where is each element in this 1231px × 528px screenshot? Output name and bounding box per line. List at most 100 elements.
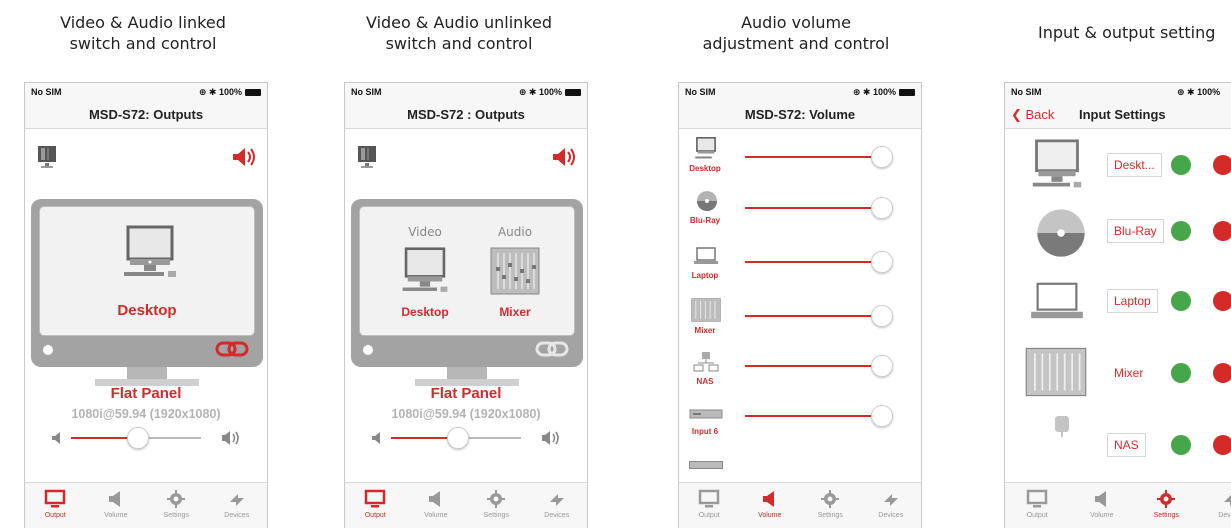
top-icons: [353, 145, 579, 171]
tab-devices[interactable]: Devices: [861, 483, 922, 528]
input-name-field[interactable]: Deskt...: [1107, 153, 1162, 177]
display-icon[interactable]: [37, 145, 57, 169]
speaker-tab-icon: [762, 491, 774, 507]
list-item[interactable]: Mixer: [1005, 341, 1231, 409]
power-dot: [363, 345, 373, 355]
page-title: MSD-S72: Volume: [744, 107, 856, 122]
tab-label: Settings: [163, 512, 189, 519]
tab-volume[interactable]: Volume: [1070, 483, 1135, 528]
monitor-screen[interactable]: Desktop: [39, 206, 255, 336]
tab-settings[interactable]: Settings: [800, 483, 861, 528]
output-name: Flat Panel: [110, 385, 182, 402]
volume-slider[interactable]: [371, 427, 561, 449]
confirm-icon[interactable]: [1171, 221, 1191, 241]
volume-knob[interactable]: [127, 427, 149, 449]
tab-settings[interactable]: Settings: [1134, 483, 1199, 528]
volume-track[interactable]: [745, 156, 879, 158]
tab-volume[interactable]: Volume: [86, 483, 147, 528]
tab-output[interactable]: Output: [1005, 483, 1070, 528]
tab-volume[interactable]: Volume: [406, 483, 467, 528]
speaker-tab-icon: [1094, 491, 1106, 507]
tab-devices[interactable]: Devices: [527, 483, 588, 528]
status-bar: No SIM ⊕ ✱ 100%: [679, 83, 921, 101]
monitor-stand: [127, 367, 167, 379]
display-icon[interactable]: [357, 145, 377, 169]
cancel-icon[interactable]: [1213, 435, 1231, 455]
cancel-icon[interactable]: [1213, 221, 1231, 241]
confirm-icon[interactable]: [1171, 291, 1191, 311]
device-icon: [689, 409, 723, 419]
gear-icon: [487, 490, 506, 508]
volume-slider[interactable]: [51, 427, 241, 449]
output-monitor[interactable]: Desktop: [31, 199, 263, 389]
volume-knob[interactable]: [871, 146, 893, 168]
input-name-field[interactable]: Laptop: [1107, 289, 1158, 313]
list-item[interactable]: Input 6: [679, 403, 921, 465]
item-label: NAS: [696, 377, 714, 386]
caption-linked: Video & Audio linked switch and control: [24, 12, 262, 54]
volume-knob[interactable]: [871, 305, 893, 327]
volume-knob[interactable]: [447, 427, 469, 449]
link-icon[interactable]: [215, 341, 249, 357]
disc-icon: [1037, 209, 1085, 257]
caption-settings: Input & output setting: [1020, 22, 1231, 43]
monitor-stand: [447, 367, 487, 379]
list-item[interactable]: Blu-Ray: [1005, 201, 1231, 269]
list-item[interactable]: Laptop: [679, 244, 921, 306]
output-monitor[interactable]: Video Audio Desktop Mixer: [351, 199, 583, 389]
volume-track[interactable]: [745, 365, 879, 367]
nav-bar: MSD-S72: Volume: [679, 101, 921, 129]
volume-track[interactable]: [745, 207, 879, 209]
speaker-icon[interactable]: [551, 147, 577, 167]
input-name-field[interactable]: NAS: [1107, 433, 1146, 457]
tab-output[interactable]: Output: [679, 483, 740, 528]
volume-track[interactable]: [745, 415, 879, 417]
laptop-icon: [694, 247, 718, 264]
cancel-icon[interactable]: [1213, 155, 1231, 175]
monitor-tab-icon: [45, 489, 66, 508]
source-label: Desktop: [117, 302, 177, 319]
volume-knob[interactable]: [871, 251, 893, 273]
volume-track[interactable]: [745, 261, 879, 263]
caption-line: Input & output setting: [1038, 23, 1216, 42]
power-dot: [43, 345, 53, 355]
cancel-icon[interactable]: [1213, 291, 1231, 311]
tab-devices[interactable]: Devices: [207, 483, 268, 528]
list-item[interactable]: Deskt...: [1005, 131, 1231, 199]
battery-icon: [565, 88, 581, 96]
input-name-field[interactable]: Blu-Ray: [1107, 219, 1164, 243]
laptop-icon: [1031, 282, 1083, 319]
tab-volume[interactable]: Volume: [740, 483, 801, 528]
confirm-icon[interactable]: [1171, 155, 1191, 175]
devices-icon: [549, 494, 564, 506]
tab-settings[interactable]: Settings: [466, 483, 527, 528]
speaker-high-icon: [222, 431, 239, 445]
speaker-icon[interactable]: [231, 147, 257, 167]
volume-track[interactable]: [745, 315, 879, 317]
volume-knob[interactable]: [871, 197, 893, 219]
phone-linked: No SIM ⊕ ✱ 100% MSD-S72: Outputs Desktop…: [24, 82, 268, 528]
tab-devices[interactable]: Devices: [1199, 483, 1231, 528]
tab-output[interactable]: Output: [345, 483, 406, 528]
tab-settings[interactable]: Settings: [146, 483, 207, 528]
back-button[interactable]: ❮ Back: [1011, 107, 1054, 123]
confirm-icon[interactable]: [1171, 435, 1191, 455]
cancel-icon[interactable]: [1213, 363, 1231, 383]
monitor-screen[interactable]: Video Audio Desktop Mixer: [359, 206, 575, 336]
tab-label: Output: [44, 512, 66, 519]
tab-output[interactable]: Output: [25, 483, 86, 528]
volume-knob[interactable]: [871, 405, 893, 427]
gear-icon: [1157, 490, 1176, 508]
tab-label: Settings: [817, 512, 843, 519]
gear-icon: [821, 490, 840, 508]
list-item[interactable]: Laptop: [1005, 271, 1231, 339]
list-item[interactable]: NAS: [1005, 409, 1231, 477]
tab-label: Settings: [1153, 512, 1179, 519]
list-item[interactable]: Blu-Ray: [679, 190, 921, 252]
phone-input-settings: No SIM ⊕ ✱ 100% ❮ Back Input Settings De…: [1004, 82, 1231, 528]
input-name-field[interactable]: Mixer: [1107, 361, 1151, 385]
confirm-icon[interactable]: [1171, 363, 1191, 383]
mixer-icon: [691, 298, 721, 322]
unlink-icon[interactable]: [535, 341, 569, 357]
volume-knob[interactable]: [871, 355, 893, 377]
